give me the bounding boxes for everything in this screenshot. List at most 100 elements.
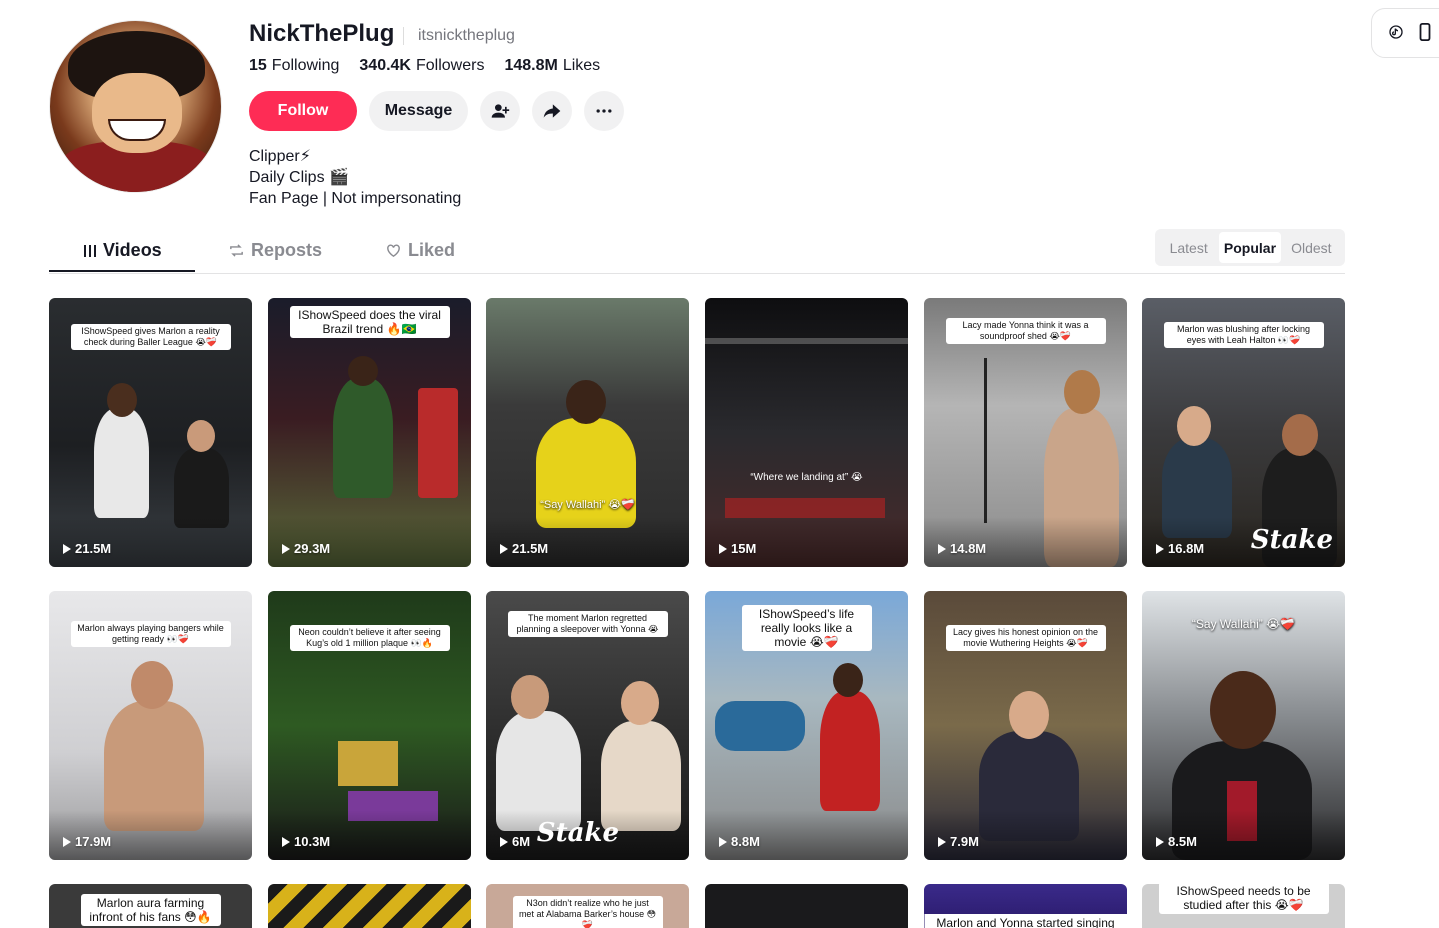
video-card[interactable]: IShowSpeed’s life really looks like a mo… (705, 591, 908, 860)
bio-line: Fan Page | Not impersonating (249, 190, 462, 207)
view-count: 6M (500, 834, 530, 849)
play-icon (282, 543, 290, 554)
view-count-text: 6M (512, 834, 531, 849)
thumb-head (1210, 671, 1276, 749)
thumb-head (1009, 691, 1049, 739)
video-caption: The moment Marlon regretted planning a s… (507, 611, 668, 637)
view-count-text: 15M (731, 541, 757, 556)
thumb-plaque (338, 741, 398, 786)
video-card[interactable]: Marlon and Yonna started singing and (924, 884, 1127, 928)
video-caption: Marlon was blushing after locking eyes w… (1163, 322, 1324, 348)
view-count: 21.5M (63, 541, 111, 556)
view-count-text: 7.9M (950, 834, 979, 849)
stake-watermark: Stake (536, 818, 619, 848)
tab-reposts[interactable]: Reposts (228, 240, 322, 261)
followers-stat[interactable]: 340.4K Followers (359, 57, 484, 75)
bio-line: Clipper⚡ (249, 148, 311, 165)
active-tab-indicator (49, 270, 195, 272)
view-count: 15M (719, 541, 756, 556)
play-icon (938, 836, 946, 847)
message-button[interactable]: Message (369, 91, 468, 131)
avatar-face (92, 73, 182, 153)
sort-toggle: Latest Popular Oldest (1155, 229, 1345, 266)
view-count-text: 16.8M (1168, 541, 1205, 556)
tab-label: Reposts (251, 240, 323, 260)
share-arrow-icon (543, 104, 561, 118)
thumb-head (833, 663, 863, 697)
video-card[interactable]: “Where we landing at” 😭 15M (705, 298, 908, 567)
view-count: 7.9M (938, 834, 979, 849)
video-caption: Marlon always playing bangers while gett… (70, 621, 231, 647)
video-card[interactable]: Lacy made Yonna think it was a soundproo… (924, 298, 1127, 567)
share-button[interactable] (532, 91, 572, 131)
thumb-head (187, 420, 215, 452)
video-caption: IShowSpeed does the viral Brazil trend 🔥… (289, 306, 450, 338)
following-stat[interactable]: 15 Following (249, 57, 339, 75)
play-icon (1156, 543, 1164, 554)
profile-stats: 15 Following 340.4K Followers 148.8M Likes (249, 57, 600, 75)
profile-handle: itsnicktheplug (403, 27, 515, 45)
video-card[interactable]: Neon couldn’t believe it after seeing Ku… (268, 591, 471, 860)
thumb-stripe (725, 498, 885, 518)
thumb-head (566, 380, 606, 424)
tab-label: Videos (103, 240, 162, 260)
bio-line: Daily Clips 🎬 (249, 169, 349, 186)
thumb-door-handle (984, 358, 987, 523)
video-card[interactable] (705, 884, 908, 928)
sort-popular[interactable]: Popular (1219, 232, 1281, 263)
tab-videos[interactable]: Videos (83, 240, 162, 261)
add-friend-button[interactable] (480, 91, 520, 131)
profile-tabs: Videos Reposts Liked (49, 232, 1345, 274)
video-card[interactable]: IShowSpeed needs to be studied after thi… (1142, 884, 1345, 928)
video-card[interactable]: “Say Wallahi” 😭❤️‍🩹 21.5M (486, 298, 689, 567)
video-caption: Marlon and Yonna started singing and (924, 914, 1127, 928)
video-card[interactable]: IShowSpeed gives Marlon a reality check … (49, 298, 252, 567)
follow-button[interactable]: Follow (249, 91, 357, 131)
thumb-figure (820, 691, 880, 811)
view-count: 8.5M (1156, 834, 1197, 849)
likes-label: Likes (562, 57, 601, 74)
profile-bio: Clipper⚡ Daily Clips 🎬 Fan Page | Not im… (249, 146, 461, 209)
profile-avatar[interactable] (49, 20, 222, 193)
grid-icon (84, 244, 96, 257)
likes-stat: 148.8M Likes (504, 57, 600, 75)
repost-icon (230, 244, 243, 257)
phone-icon[interactable] (1418, 22, 1432, 44)
sort-latest[interactable]: Latest (1158, 232, 1219, 263)
profile-name: NickThePlug (249, 20, 395, 47)
following-count: 15 (249, 57, 267, 74)
video-caption: “Say Wallahi” 😭❤️‍🩹 (1191, 617, 1296, 631)
thumb-figure (94, 408, 149, 518)
thumb-figure (333, 378, 393, 498)
view-count: 16.8M (1156, 541, 1204, 556)
sort-oldest[interactable]: Oldest (1281, 232, 1342, 263)
video-card[interactable]: Lacy gives his honest opinion on the mov… (924, 591, 1127, 860)
video-card[interactable] (268, 884, 471, 928)
more-dots-icon (596, 109, 612, 113)
view-count-text: 10.3M (294, 834, 331, 849)
view-count-text: 8.8M (731, 834, 760, 849)
tiktok-logo-icon[interactable] (1388, 24, 1404, 43)
stake-watermark: Stake (1250, 525, 1333, 555)
more-options-button[interactable] (584, 91, 624, 131)
heart-lock-icon (387, 244, 400, 258)
thumb-chair (418, 388, 458, 498)
video-card[interactable]: The moment Marlon regretted planning a s… (486, 591, 689, 860)
thumb-head (131, 661, 173, 709)
video-card[interactable]: Marlon was blushing after locking eyes w… (1142, 298, 1345, 567)
video-caption: “Where we landing at” 😭 (750, 472, 863, 483)
video-caption: Marlon aura farming infront of his fans … (80, 894, 221, 926)
view-count: 17.9M (63, 834, 111, 849)
play-icon (719, 836, 727, 847)
video-card[interactable]: “Say Wallahi” 😭❤️‍🩹 8.5M (1142, 591, 1345, 860)
view-count: 10.3M (282, 834, 330, 849)
video-card[interactable]: N3on didn’t realize who he just met at A… (486, 884, 689, 928)
tab-liked[interactable]: Liked (385, 240, 455, 261)
video-card[interactable]: Marlon always playing bangers while gett… (49, 591, 252, 860)
play-icon (938, 543, 946, 554)
video-card[interactable]: IShowSpeed does the viral Brazil trend 🔥… (268, 298, 471, 567)
view-count: 29.3M (282, 541, 330, 556)
video-card[interactable]: Marlon aura farming infront of his fans … (49, 884, 252, 928)
view-count: 21.5M (500, 541, 548, 556)
video-caption: IShowSpeed’s life really looks like a mo… (741, 605, 872, 651)
